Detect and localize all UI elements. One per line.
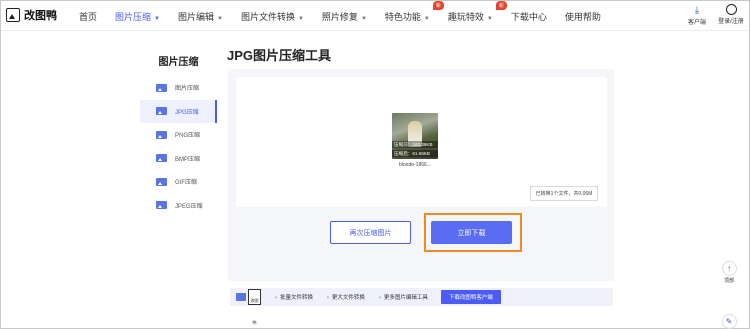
promo-item: 批量文件转换 bbox=[275, 293, 313, 301]
nav-special-features[interactable]: 特色功能 ▼ 新 bbox=[385, 0, 444, 23]
login-label: 登录/注册 bbox=[718, 19, 744, 25]
image-icon bbox=[156, 177, 167, 186]
nav-image-compress[interactable]: 图片压缩 ▼ bbox=[115, 10, 160, 23]
chevron-down-icon: ▼ bbox=[360, 15, 367, 22]
file-name: blonde-1866... bbox=[399, 162, 431, 168]
compress-again-button[interactable]: 再次压缩图片 bbox=[330, 221, 411, 244]
download-client-button[interactable]: 下载改图鸭客户端 bbox=[440, 290, 501, 304]
image-icon bbox=[156, 201, 167, 210]
sidebar: 图片压缩 图片压缩 JPG压缩 PNG压缩 BMP压缩 GIF压缩 JPEG压缩 bbox=[140, 44, 217, 228]
nav-file-convert[interactable]: 图片文件转换 ▼ bbox=[241, 10, 304, 23]
chevron-down-icon: ▼ bbox=[154, 15, 160, 22]
client-download-button[interactable]: ⤓ 客户端 bbox=[683, 5, 711, 26]
nav-home[interactable]: 首页 bbox=[79, 10, 97, 23]
image-icon bbox=[156, 107, 167, 116]
new-badge: 新 bbox=[495, 0, 507, 10]
download-icon: ⤓ bbox=[694, 5, 700, 16]
image-icon bbox=[156, 154, 167, 163]
chevron-down-icon: ▼ bbox=[297, 15, 304, 22]
sidebar-item-png-compress[interactable]: PNG压缩 bbox=[140, 123, 217, 147]
top-navbar: 改图鸭 首页 图片压缩 ▼ 图片编辑 ▼ 图片文件转换 ▼ 照片修复 ▼ 特色功能 ▼ 新 … bbox=[1, 0, 749, 31]
nav-fun-effects[interactable]: 趣玩特效 ▼ 新 bbox=[448, 0, 507, 23]
client-label: 客户端 bbox=[687, 20, 706, 26]
image-icon bbox=[156, 83, 167, 92]
nav-download-center[interactable]: 下载中心 bbox=[511, 10, 547, 23]
feedback-icon: ✎ bbox=[721, 314, 737, 329]
promo-item: 更多图片编辑工具 bbox=[379, 293, 428, 301]
chevron-down-icon: ▼ bbox=[423, 15, 430, 22]
login-button[interactable]: 登录/注册 bbox=[715, 4, 747, 25]
arrow-up-icon: ↑ bbox=[721, 261, 737, 276]
user-icon bbox=[725, 4, 737, 15]
nav-image-edit[interactable]: 图片编辑 ▼ bbox=[178, 10, 223, 23]
logo-text: 改图鸭 bbox=[24, 10, 57, 22]
nav-help[interactable]: 使用帮助 bbox=[565, 10, 601, 23]
sidebar-item-bmp-compress[interactable]: BMP压缩 bbox=[140, 147, 217, 171]
image-icon bbox=[236, 293, 246, 301]
app-logo-icon: 改图鸭 bbox=[248, 289, 261, 325]
sidebar-title: 图片压缩 bbox=[158, 57, 199, 68]
sidebar-item-jpeg-compress[interactable]: JPEG压缩 bbox=[140, 194, 217, 218]
file-thumbnail[interactable]: 压缩前：163.36KB 压缩后：61.66KB bbox=[392, 113, 438, 159]
image-icon bbox=[156, 130, 167, 139]
chevron-down-icon: ▼ bbox=[486, 15, 493, 22]
back-to-top-button[interactable]: ↑ 顶部 bbox=[719, 261, 739, 284]
download-now-button[interactable]: 立即下载 bbox=[431, 221, 512, 244]
logo-icon bbox=[6, 8, 20, 22]
client-promo-bar: 改图鸭 批量文件转换 更大文件转换 更多图片编辑工具 下载改图鸭客户端 bbox=[230, 288, 613, 325]
sidebar-item-gif-compress[interactable]: GIF压缩 bbox=[140, 170, 217, 194]
conversion-status: 已转换1个文件，共0.06M bbox=[530, 186, 598, 201]
feedback-button[interactable]: ✎ 反馈 bbox=[719, 314, 739, 329]
sidebar-item-image-compress[interactable]: 图片压缩 bbox=[140, 76, 217, 100]
size-after: 压缩后：61.66KB bbox=[392, 150, 438, 157]
new-badge: 新 bbox=[432, 0, 444, 10]
back-to-top-label: 顶部 bbox=[723, 278, 734, 284]
chevron-down-icon: ▼ bbox=[217, 15, 223, 22]
logo[interactable]: 改图鸭 bbox=[6, 7, 57, 23]
sidebar-item-jpg-compress[interactable]: JPG压缩 bbox=[140, 99, 217, 123]
page-title: JPG图片压缩工具 bbox=[227, 48, 332, 63]
promo-item: 更大文件转换 bbox=[327, 293, 365, 301]
nav-photo-repair[interactable]: 照片修复 ▼ bbox=[322, 10, 367, 23]
size-before: 压缩前：163.36KB bbox=[392, 141, 438, 148]
main-nav: 首页 图片压缩 ▼ 图片编辑 ▼ 图片文件转换 ▼ 照片修复 ▼ 特色功能 ▼ 新 趣玩特效… bbox=[79, 0, 619, 31]
